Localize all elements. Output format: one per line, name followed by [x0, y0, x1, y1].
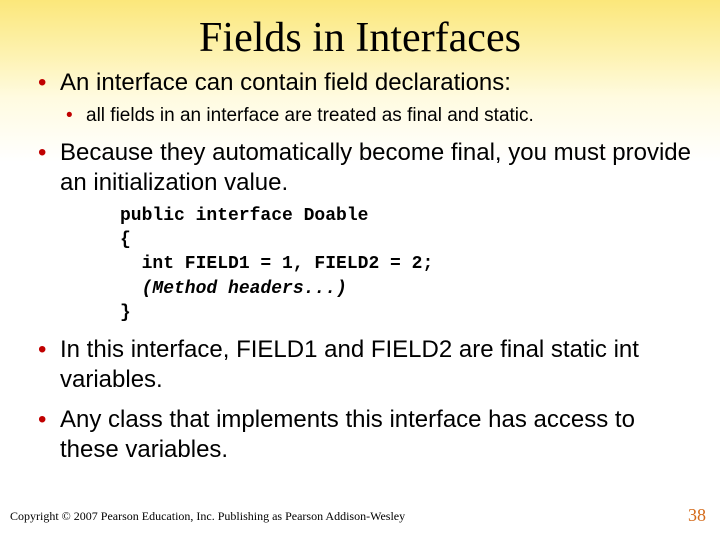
code-line-3: int FIELD1 = 1, FIELD2 = 2;: [120, 254, 433, 274]
bullet-1-1: all fields in an interface are treated a…: [60, 104, 694, 128]
code-line-4: (Method headers...): [120, 279, 347, 299]
bullet-list: An interface can contain field declarati…: [30, 68, 694, 465]
bullet-1-text: An interface can contain field declarati…: [60, 69, 511, 96]
slide-title: Fields in Interfaces: [0, 0, 720, 64]
bullet-3: In this interface, FIELD1 and FIELD2 are…: [30, 335, 694, 395]
bullet-4-text: Any class that implements this interface…: [60, 406, 635, 463]
bullet-1-1-text: all fields in an interface are treated a…: [86, 105, 534, 126]
code-line-5: }: [120, 303, 131, 323]
copyright-footer: Copyright © 2007 Pearson Education, Inc.…: [10, 509, 405, 524]
code-line-1: public interface Doable: [120, 206, 368, 226]
code-line-2: {: [120, 230, 131, 250]
bullet-1: An interface can contain field declarati…: [30, 68, 694, 128]
slide-content: An interface can contain field declarati…: [0, 68, 720, 465]
bullet-1-sublist: all fields in an interface are treated a…: [60, 104, 694, 128]
bullet-4: Any class that implements this interface…: [30, 405, 694, 465]
slide: Fields in Interfaces An interface can co…: [0, 0, 720, 540]
bullet-2: Because they automatically become final,…: [30, 138, 694, 325]
page-number: 38: [688, 505, 706, 526]
code-block: public interface Doable { int FIELD1 = 1…: [120, 204, 694, 325]
bullet-2-text: Because they automatically become final,…: [60, 139, 691, 196]
bullet-3-text: In this interface, FIELD1 and FIELD2 are…: [60, 336, 639, 393]
